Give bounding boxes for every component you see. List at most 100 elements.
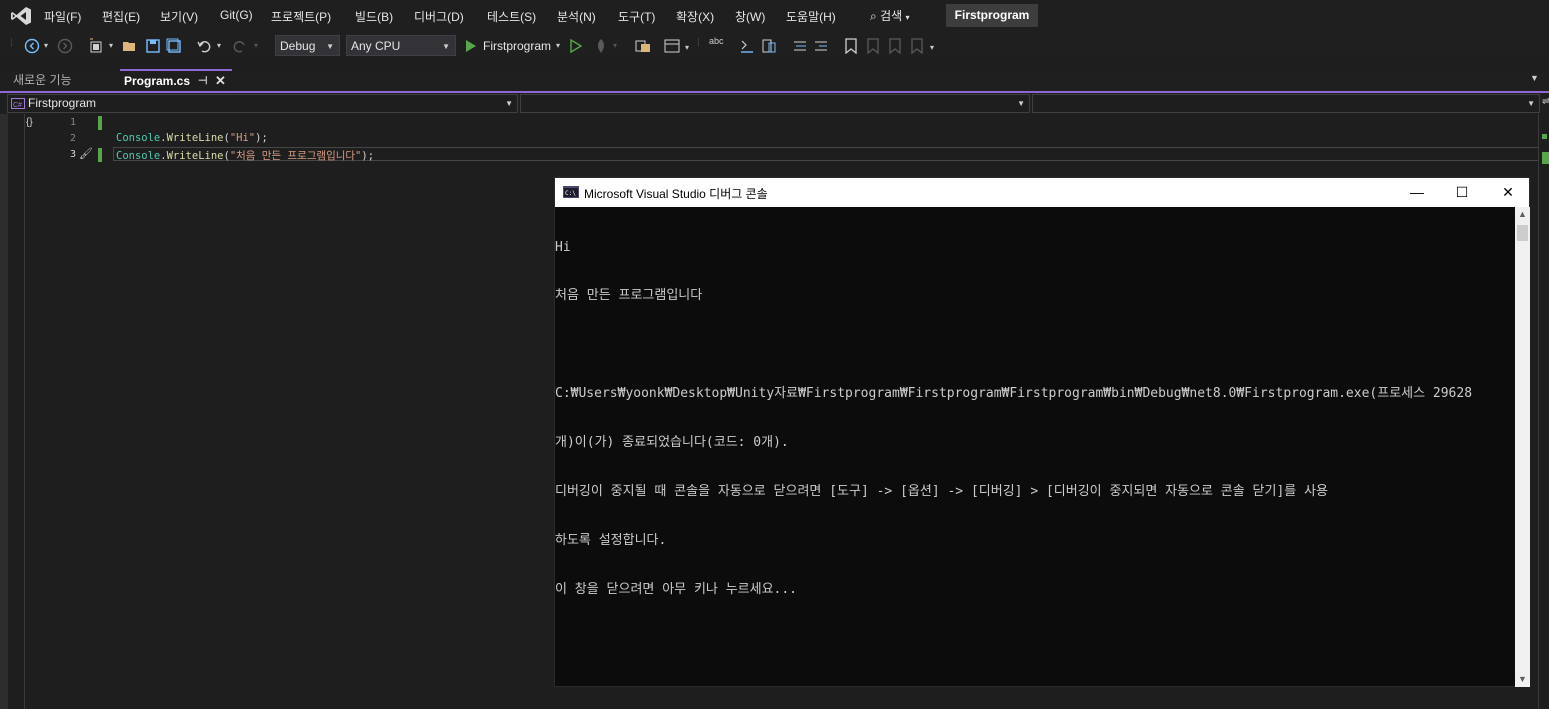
start-debugging-icon[interactable] <box>465 38 477 54</box>
console-line: Hi <box>555 239 571 255</box>
layout-icon[interactable] <box>664 38 680 54</box>
navigate-back-icon[interactable] <box>24 38 40 54</box>
menu-tools[interactable]: 도구(T) <box>618 8 655 25</box>
console-vertical-scrollbar[interactable]: ▲ ▼ <box>1515 207 1530 687</box>
type-dropdown[interactable]: ▼ <box>520 94 1030 113</box>
maximize-icon[interactable]: ☐ <box>1452 182 1472 202</box>
menu-extensions[interactable]: 확장(X) <box>676 8 714 25</box>
chevron-down-icon: ▼ <box>505 99 513 108</box>
chevron-down-icon[interactable]: ▾ <box>556 41 560 57</box>
split-view-icon[interactable]: ⇌ <box>1542 96 1549 107</box>
tab-whats-new[interactable]: 새로운 기능 <box>8 69 121 91</box>
chevron-down-icon: ▼ <box>1017 99 1025 108</box>
spell-check-icon[interactable]: abc <box>709 36 724 52</box>
start-debugging-button[interactable]: Firstprogram <box>483 39 551 53</box>
close-icon[interactable]: ✕ <box>1498 182 1518 202</box>
method-token: WriteLine <box>166 132 224 144</box>
next-bookmark-icon[interactable] <box>888 38 902 54</box>
toolbar-grip-icon[interactable]: ⁞ <box>697 38 700 54</box>
menu-build[interactable]: 빌드(B) <box>355 8 393 25</box>
quick-actions-brush-icon[interactable]: 🖌 <box>79 147 93 160</box>
change-tracking-bar <box>98 116 102 130</box>
scroll-up-icon[interactable]: ▲ <box>1515 207 1530 222</box>
menu-window[interactable]: 창(W) <box>735 8 765 25</box>
menu-file[interactable]: 파일(F) <box>44 8 81 25</box>
chevron-down-icon[interactable]: ▾ <box>217 41 221 57</box>
chevron-down-icon[interactable]: ▾ <box>109 41 113 57</box>
save-all-icon[interactable] <box>166 38 182 54</box>
string-token: "처음 만든 프로그램입니다" <box>229 150 362 162</box>
comment-lines-icon[interactable] <box>792 38 808 54</box>
uncomment-lines-icon[interactable] <box>813 38 829 54</box>
project-name: Firstprogram <box>28 96 97 110</box>
project-dropdown[interactable]: C# Firstprogram ▼ <box>7 94 518 113</box>
menu-project[interactable]: 프로젝트(P) <box>271 8 331 25</box>
menu-edit[interactable]: 편집(E) <box>102 8 140 25</box>
menu-analyze[interactable]: 분석(N) <box>557 8 596 25</box>
line-number: 2 <box>69 133 76 144</box>
close-icon[interactable]: ✕ <box>215 71 226 91</box>
console-title: Microsoft Visual Studio 디버그 콘솔 <box>584 187 768 201</box>
chevron-down-icon: ▼ <box>326 42 334 51</box>
step-into-icon[interactable] <box>739 38 755 54</box>
code-scope-icon[interactable]: {} <box>26 117 33 128</box>
solution-explorer-icon[interactable] <box>635 38 651 54</box>
glyph-margin-divider <box>24 114 25 709</box>
bookmark-icon[interactable] <box>845 38 857 54</box>
solution-title: Firstprogram <box>946 4 1038 27</box>
open-folder-icon[interactable] <box>122 38 138 54</box>
scroll-down-icon[interactable]: ▼ <box>1515 672 1530 687</box>
navigate-forward-icon[interactable] <box>57 38 73 54</box>
chevron-down-icon[interactable]: ▾ <box>44 41 48 57</box>
method-token: WriteLine <box>166 150 224 162</box>
document-outline-icon[interactable] <box>761 38 777 54</box>
visual-studio-logo-icon[interactable] <box>10 6 32 26</box>
new-project-icon[interactable] <box>88 38 104 54</box>
code-line[interactable]: Console.WriteLine("처음 만든 프로그램입니다"); <box>116 148 374 163</box>
menu-help[interactable]: 도움말(H) <box>786 8 836 25</box>
search-label: 검색 <box>880 9 903 23</box>
console-title-bar[interactable]: C:\ Microsoft Visual Studio 디버그 콘솔 — ☐ ✕ <box>555 178 1529 207</box>
toolbar-grip-icon[interactable]: ⁞ <box>10 38 16 54</box>
tab-label: 새로운 기능 <box>13 73 72 87</box>
solution-platform-value: Any CPU <box>351 39 401 53</box>
start-without-debugging-icon[interactable] <box>570 38 582 54</box>
console-line: 처음 만든 프로그램입니다 <box>555 288 703 304</box>
solution-configuration-dropdown[interactable]: Debug ▼ <box>275 35 340 56</box>
csharp-project-icon: C# <box>11 98 25 109</box>
chevron-down-icon[interactable]: ▾ <box>613 41 617 57</box>
search-box[interactable]: ⌕ 검색 ▾ <box>870 7 910 24</box>
redo-icon[interactable] <box>232 38 248 54</box>
code-line[interactable]: Console.WriteLine("Hi"); <box>116 132 268 144</box>
console-output[interactable]: Hi 처음 만든 프로그램입니다 C:₩Users₩yoonk₩Desktop₩… <box>555 207 1515 687</box>
document-tab-strip: 새로운 기능 Program.cs ⊣ ✕ ▼ <box>0 69 1549 91</box>
chevron-down-icon[interactable]: ▾ <box>685 43 689 59</box>
tab-program-cs[interactable]: Program.cs ⊣ ✕ <box>120 69 232 91</box>
pin-icon[interactable]: ⊣ <box>198 71 208 91</box>
string-token: "Hi" <box>229 132 256 144</box>
change-tracking-bar <box>98 148 102 162</box>
solution-platform-dropdown[interactable]: Any CPU ▼ <box>346 35 456 56</box>
minimize-icon[interactable]: — <box>1407 182 1427 202</box>
save-icon[interactable] <box>145 38 161 54</box>
menu-view[interactable]: 보기(V) <box>160 8 198 25</box>
menu-debug[interactable]: 디버그(D) <box>414 8 464 25</box>
console-app-icon: C:\ <box>563 186 579 198</box>
class-token: Console <box>116 132 161 144</box>
editor-vertical-scrollbar[interactable] <box>1538 114 1549 709</box>
member-dropdown[interactable]: ▼ <box>1032 94 1540 113</box>
menu-git[interactable]: Git(G) <box>220 8 253 22</box>
standard-toolbar: ⁞ ▾ ▾ ▾ ▾ Debug ▼ Any CPU ▼ Firstprogram… <box>0 31 1549 61</box>
hot-reload-icon[interactable] <box>593 38 609 54</box>
chevron-down-icon[interactable]: ▾ <box>254 41 258 57</box>
scrollbar-thumb[interactable] <box>1517 225 1528 241</box>
undo-icon[interactable] <box>196 38 212 54</box>
tab-list-dropdown-icon[interactable]: ▼ <box>1530 73 1539 83</box>
menu-test[interactable]: 테스트(S) <box>487 8 536 25</box>
clear-bookmarks-icon[interactable] <box>910 38 924 54</box>
console-line: 디버깅이 중지될 때 콘솔을 자동으로 닫으려면 [도구] -> [옵션] ->… <box>555 484 1329 500</box>
debug-console-window[interactable]: C:\ Microsoft Visual Studio 디버그 콘솔 — ☐ ✕… <box>554 177 1530 687</box>
chevron-down-icon[interactable]: ▾ <box>930 43 934 59</box>
line-number: 1 <box>69 117 76 128</box>
previous-bookmark-icon[interactable] <box>866 38 880 54</box>
